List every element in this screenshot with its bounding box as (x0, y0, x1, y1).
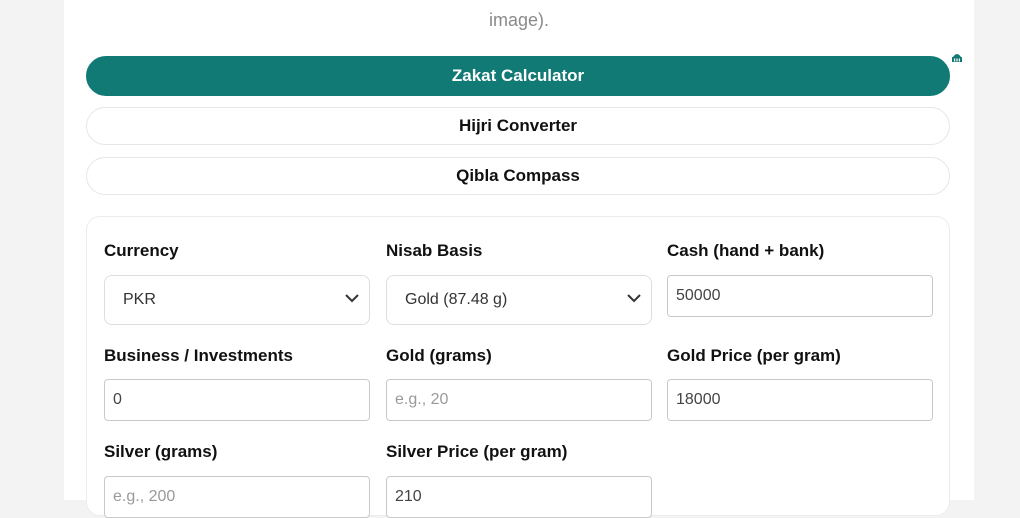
zakat-form-card: Currency PKR Nisab Basis Gold (87.48 g) … (86, 216, 950, 518)
business-input[interactable]: 0 (104, 379, 370, 421)
caption-text: image). (488, 10, 550, 30)
silver-price-label: Silver Price (per gram) (386, 442, 568, 461)
nisab-value: Gold (87.48 g) (405, 291, 508, 308)
chevron-down-icon (345, 294, 359, 303)
gold-price-input[interactable]: 18000 (667, 379, 933, 421)
chevron-down-icon (627, 294, 641, 303)
cash-input[interactable]: 50000 (667, 275, 933, 317)
currency-label: Currency (104, 241, 179, 260)
nisab-label: Nisab Basis (386, 241, 483, 260)
gold-grams-input[interactable]: e.g., 20 (386, 379, 652, 421)
app-panel: image). Zakat Calculator Hijri Converter… (64, 0, 974, 518)
cash-label: Cash (hand + bank) (667, 241, 825, 260)
currency-select[interactable]: PKR (104, 275, 370, 325)
nisab-select[interactable]: Gold (87.48 g) (386, 275, 652, 325)
currency-value: PKR (123, 291, 156, 308)
silver-grams-input[interactable]: e.g., 200 (104, 476, 370, 518)
business-label: Business / Investments (104, 346, 293, 365)
tab-qibla-compass[interactable]: Qibla Compass (86, 157, 950, 195)
silver-grams-label: Silver (grams) (104, 442, 218, 461)
gold-price-label: Gold Price (per gram) (667, 346, 841, 365)
silver-price-input[interactable]: 210 (386, 476, 652, 518)
tab-zakat-calculator[interactable]: Zakat Calculator (86, 56, 950, 96)
gold-grams-label: Gold (grams) (386, 346, 492, 365)
tab-hijri-converter[interactable]: Hijri Converter (86, 107, 950, 145)
mosque-icon (952, 54, 962, 62)
